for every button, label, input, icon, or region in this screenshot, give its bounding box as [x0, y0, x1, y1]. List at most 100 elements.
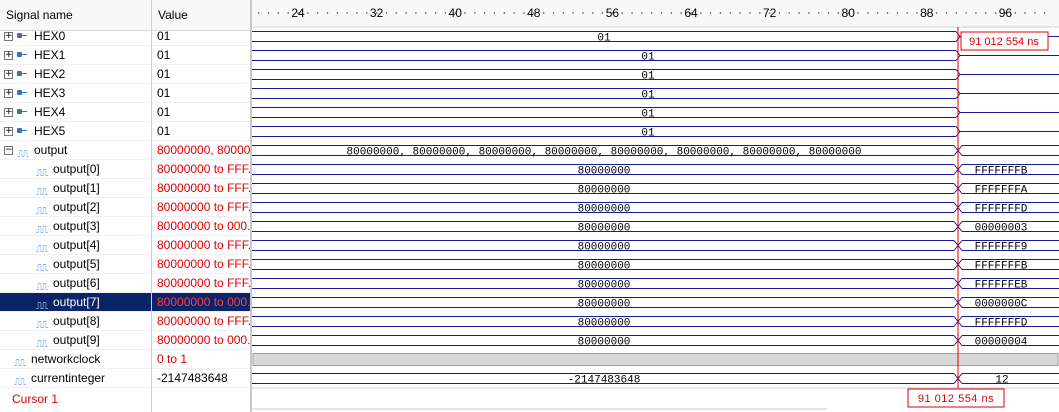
ruler-tick-label: 40 — [449, 6, 463, 20]
signal-name: output[1] — [53, 181, 100, 195]
signal-value[interactable]: 0 to 1 — [152, 350, 250, 369]
expand-icon[interactable]: + — [4, 108, 13, 117]
signal-name: HEX1 — [34, 48, 66, 62]
signal-name: output — [34, 143, 68, 157]
signal-name: HEX4 — [34, 105, 66, 119]
bus-signal-icon — [17, 71, 27, 76]
signal-value[interactable]: 80000000 to 000... — [152, 293, 250, 312]
ruler-tick — [660, 12, 663, 14]
waveform-signal-icon: ⎍⎍ — [36, 225, 48, 236]
ruler-tick — [886, 12, 889, 14]
signal-row[interactable]: ⎍⎍ output[5] — [0, 255, 151, 274]
ruler-tick — [513, 12, 515, 14]
ruler-tick — [434, 12, 437, 14]
ruler-tick — [424, 12, 427, 14]
wave-value-before: 80000000 — [578, 280, 631, 292]
signal-name: output[3] — [53, 219, 100, 233]
waveform-signal-icon: ⎍⎍ — [36, 320, 48, 331]
wave-value-before: -2147483648 — [568, 375, 641, 387]
ruler-tick — [307, 12, 309, 14]
value-panel: Value 01010101010180000000, 80000...8000… — [152, 0, 250, 412]
ruler-tick — [444, 12, 447, 14]
expand-icon[interactable]: + — [4, 89, 13, 98]
signal-value[interactable]: 80000000 to 000... — [152, 217, 250, 236]
cursor-time-text: 91 012 554 ns — [969, 36, 1039, 48]
ruler-tick-label: 64 — [684, 6, 698, 20]
signal-row[interactable]: ⎍⎍ output[7] — [0, 293, 151, 312]
signal-value[interactable]: 01 — [152, 103, 250, 122]
wave-value-after: FFFFFFFA — [975, 185, 1028, 197]
signal-name: output[6] — [53, 276, 100, 290]
ruler-tick — [336, 12, 339, 14]
signal-value[interactable]: 80000000 to FFF... — [152, 312, 250, 331]
signal-row[interactable]: ⎍⎍ output[4] — [0, 236, 151, 255]
signal-row[interactable]: ⎍⎍ output[1] — [0, 179, 151, 198]
signal-name: networkclock — [31, 352, 101, 366]
ruler-tick — [749, 12, 751, 14]
signal-value[interactable]: 80000000 to FFF... — [152, 274, 250, 293]
wave-value-before: 80000000 — [578, 261, 631, 273]
signal-row[interactable]: ⎍⎍ output[0] — [0, 160, 151, 179]
signal-row[interactable]: + HEX4 — [0, 103, 151, 122]
signal-row[interactable]: ⎍⎍ output[8] — [0, 312, 151, 331]
waveform-signal-icon: ⎍⎍ — [17, 149, 29, 160]
signal-row[interactable]: ⎍⎍ output[6] — [0, 274, 151, 293]
expand-icon[interactable]: + — [4, 127, 13, 136]
ruler-tick — [719, 12, 722, 14]
wave-value-before: 80000000 — [578, 242, 631, 254]
expand-icon[interactable]: + — [4, 32, 13, 41]
signal-row[interactable]: + HEX0 — [0, 27, 151, 46]
signal-row[interactable]: + HEX1 — [0, 46, 151, 65]
signal-row[interactable]: + HEX2 — [0, 65, 151, 84]
signal-row[interactable]: ⎍⎍ currentinteger — [0, 369, 151, 388]
signal-value[interactable]: 80000000 to 000... — [152, 331, 250, 350]
signal-value[interactable]: 80000000 to FFF... — [152, 236, 250, 255]
signal-value[interactable]: 80000000 to FFF... — [152, 160, 250, 179]
signal-row[interactable]: ⎍⎍ output[2] — [0, 198, 151, 217]
bus-signal-icon — [17, 109, 27, 114]
signal-row[interactable]: + HEX3 — [0, 84, 151, 103]
waveform-signal-icon: ⎍⎍ — [36, 339, 48, 350]
signal-row[interactable]: ⎍⎍ networkclock — [0, 350, 151, 369]
expand-icon[interactable]: + — [4, 70, 13, 79]
wave-value-before: 80000000 — [578, 204, 631, 216]
signal-value[interactable]: 01 — [152, 84, 250, 103]
waveform-panel[interactable]: 24 32 40 48 56 64 72 80 88 96 01 01 01 01 01 01 80000000… — [252, 0, 1059, 412]
signal-row[interactable]: + HEX5 — [0, 122, 151, 141]
ruler-tick-label: 48 — [527, 6, 541, 20]
signal-value[interactable]: 01 — [152, 27, 250, 46]
signal-value[interactable]: 80000000 to FFF... — [152, 255, 250, 274]
wave-value-before: 01 — [597, 33, 611, 45]
ruler-tick-label: 88 — [920, 6, 934, 20]
expand-icon[interactable]: + — [4, 51, 13, 60]
signal-name: output[4] — [53, 238, 100, 252]
wave-value-after: FFFFFFF9 — [975, 242, 1028, 254]
signal-value[interactable]: -2147483648 — [152, 369, 250, 388]
signal-value[interactable]: 01 — [152, 122, 250, 141]
signal-value[interactable]: 01 — [152, 65, 250, 84]
signal-value[interactable]: 01 — [152, 46, 250, 65]
wave-value-after: FFFFFFFD — [975, 318, 1028, 330]
wave-value-after: FFFFFFFB — [975, 261, 1028, 273]
ruler-tick — [601, 12, 604, 14]
ruler-tick — [356, 12, 358, 14]
cursor-label[interactable]: Cursor 1 — [0, 388, 250, 410]
signal-value[interactable]: 80000000, 80000... — [152, 141, 250, 160]
signal-row[interactable]: ⎍⎍ output[3] — [0, 217, 151, 236]
ruler-tick-label: 32 — [370, 6, 384, 20]
waveform-signal-icon: ⎍⎍ — [36, 244, 48, 255]
collapse-icon[interactable]: − — [4, 146, 13, 155]
wave-value-after: 00000004 — [975, 337, 1028, 349]
ruler-tick — [1043, 12, 1046, 14]
ruler-tick — [641, 12, 643, 14]
signal-value[interactable]: 80000000 to FFF... — [152, 179, 250, 198]
cursor-time-label-bottom: 91 012 554 ns — [907, 388, 1005, 408]
signal-row[interactable]: ⎍⎍ output[9] — [0, 331, 151, 350]
waveform-signal-icon: ⎍⎍ — [14, 358, 26, 369]
ruler-tick — [729, 12, 732, 14]
signal-value[interactable]: 80000000 to FFF... — [152, 198, 250, 217]
signal-row[interactable]: − ⎍⎍ output — [0, 141, 151, 160]
wave-value-after: FFFFFFFB — [975, 166, 1028, 178]
ruler-tick — [778, 12, 781, 14]
ruler-tick — [965, 12, 967, 14]
